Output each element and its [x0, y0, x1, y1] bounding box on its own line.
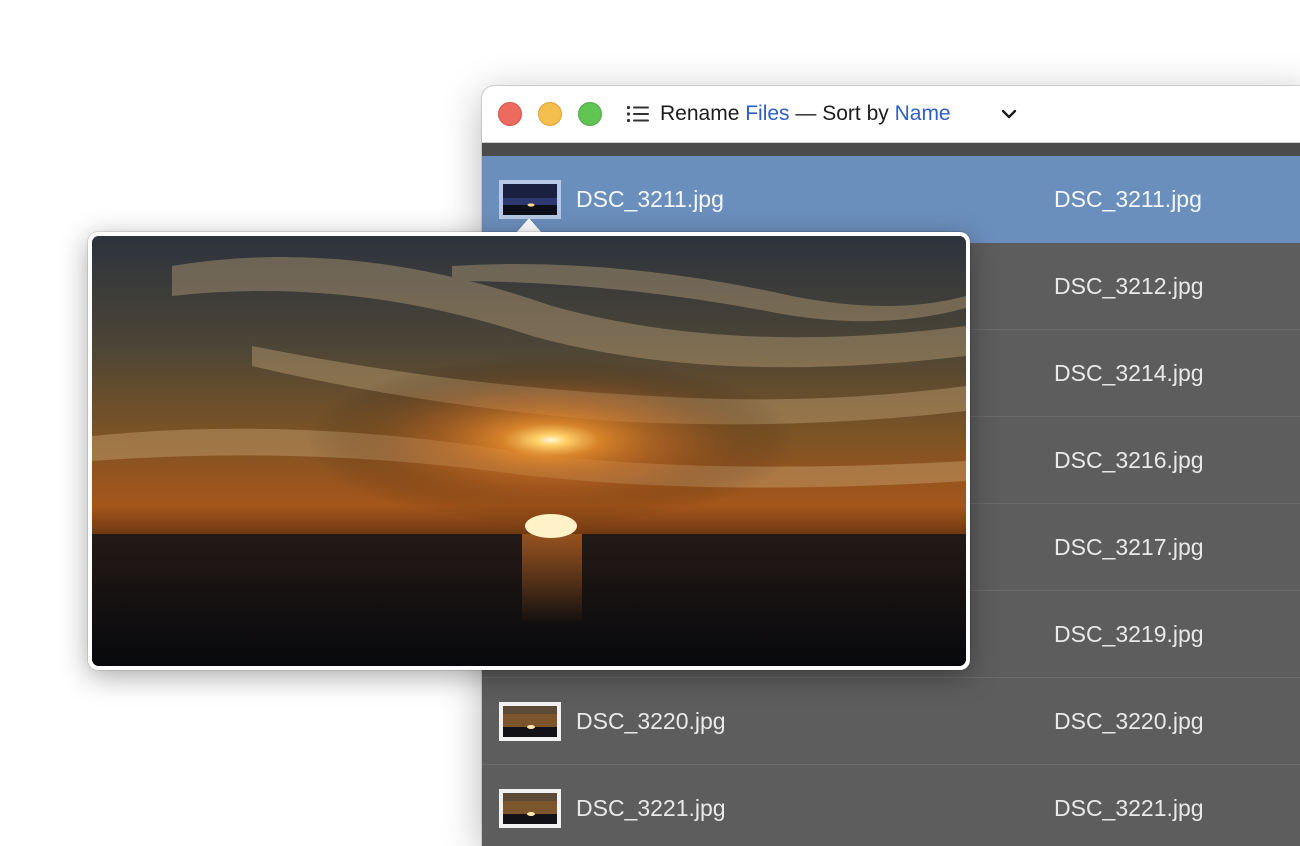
thumbnail-image[interactable] [499, 789, 561, 828]
thumbnail-image[interactable] [499, 702, 561, 741]
chevron-down-icon[interactable] [1000, 107, 1018, 121]
original-filename: DSC_3221.jpg [576, 795, 726, 821]
image-preview [92, 236, 966, 666]
new-filename: DSC_3217.jpg [1054, 534, 1204, 560]
new-filename: DSC_3221.jpg [1054, 795, 1204, 821]
new-filename: DSC_3220.jpg [1054, 708, 1204, 734]
file-row[interactable]: DSC_3221.jpg DSC_3221.jpg [482, 765, 1300, 846]
title-files-token[interactable]: Files [745, 102, 789, 125]
title-sort-by: — Sort by [789, 102, 895, 125]
zoom-button[interactable] [578, 102, 602, 126]
window-title[interactable]: Rename Files — Sort by Name [660, 101, 951, 127]
new-filename: DSC_3211.jpg [1054, 186, 1202, 212]
image-preview-popover [88, 232, 970, 670]
file-row[interactable]: DSC_3211.jpg DSC_3211.jpg [482, 156, 1300, 243]
original-filename: DSC_3220.jpg [576, 708, 726, 734]
title-sort-key[interactable]: Name [895, 102, 951, 125]
title-rename: Rename [660, 102, 746, 125]
close-button[interactable] [498, 102, 522, 126]
thumbnail-image[interactable] [499, 180, 561, 219]
file-row[interactable]: DSC_3220.jpg DSC_3220.jpg [482, 678, 1300, 765]
new-filename: DSC_3219.jpg [1054, 621, 1204, 647]
title-bar: Rename Files — Sort by Name [482, 86, 1300, 143]
new-filename: DSC_3214.jpg [1054, 360, 1204, 386]
new-filename: DSC_3216.jpg [1054, 447, 1204, 473]
new-filename: DSC_3212.jpg [1054, 273, 1204, 299]
original-filename: DSC_3211.jpg [576, 186, 724, 212]
list-header-divider [482, 143, 1300, 156]
minimize-button[interactable] [538, 102, 562, 126]
list-icon[interactable] [626, 105, 650, 123]
popover-arrow [516, 218, 542, 233]
